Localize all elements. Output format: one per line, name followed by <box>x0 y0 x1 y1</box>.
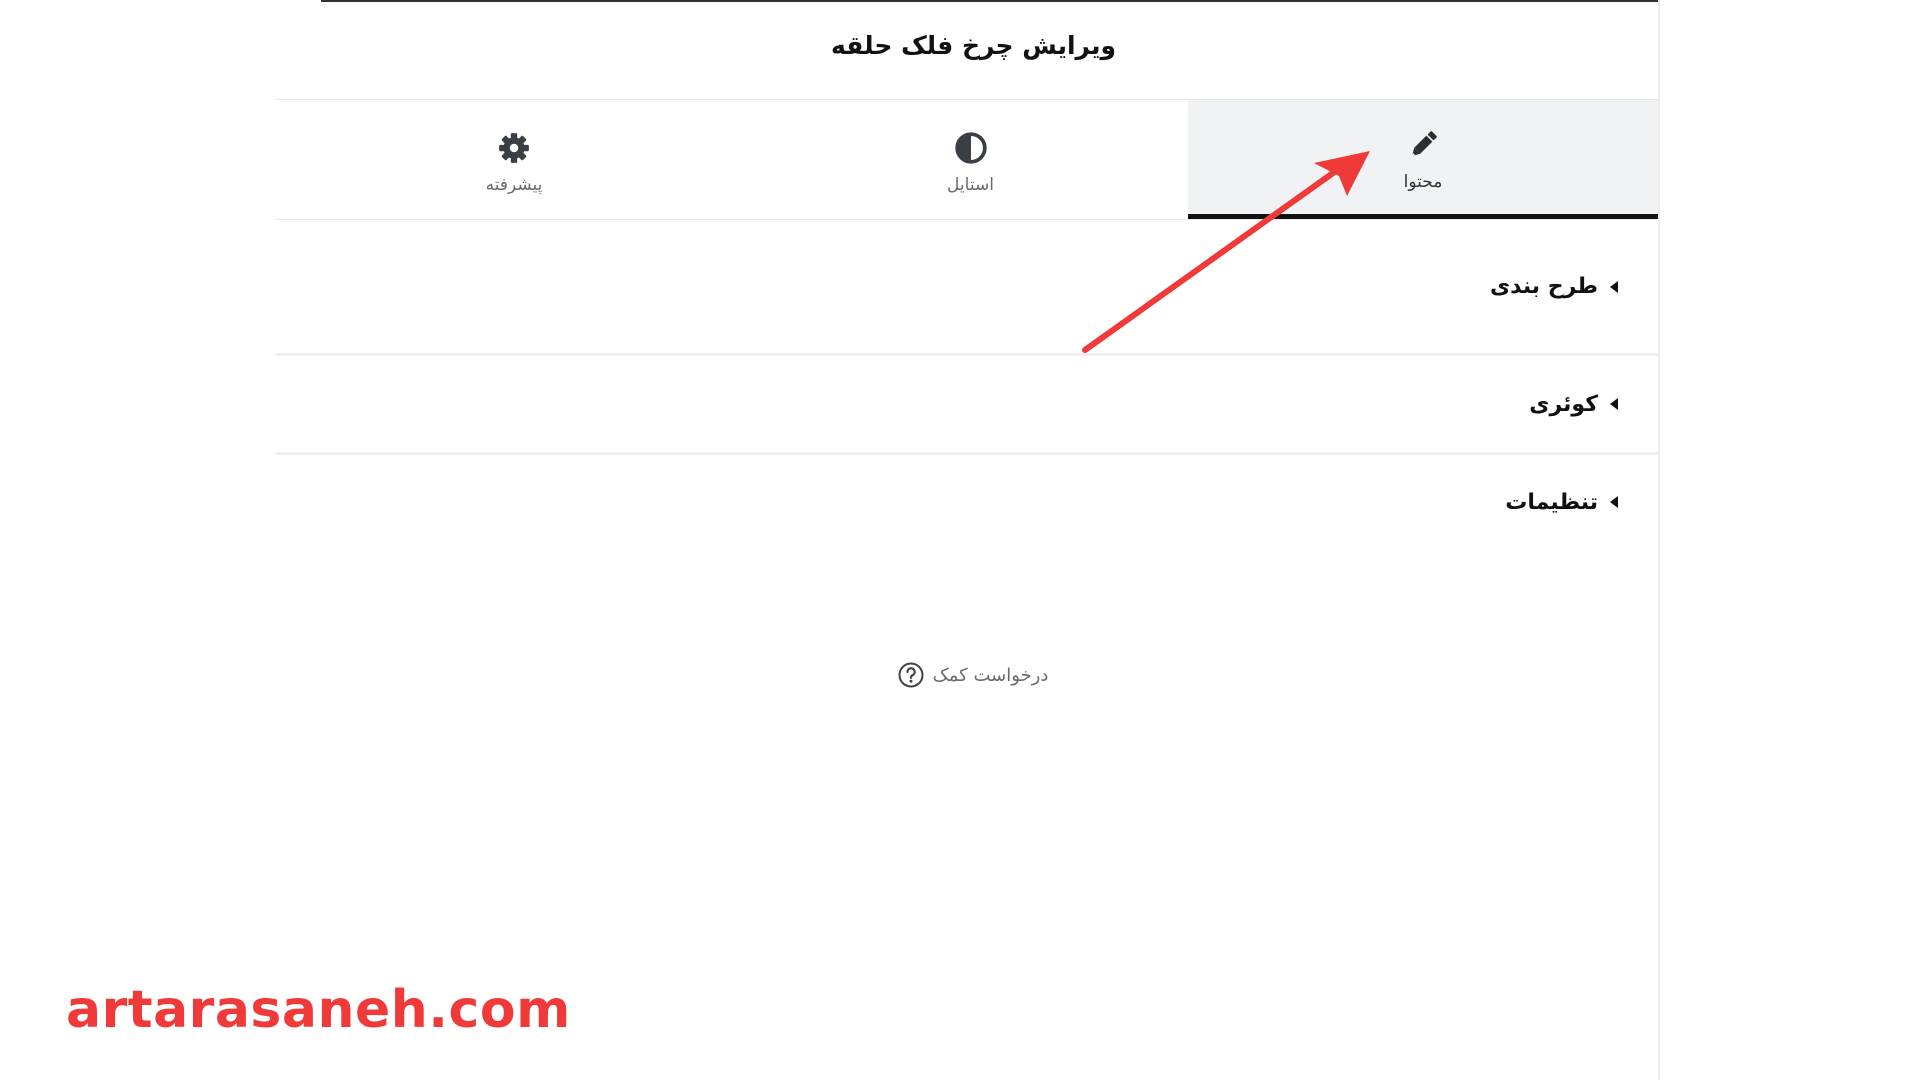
panel-right-edge <box>1658 0 1660 1080</box>
tab-advanced[interactable]: پیشرفته <box>275 100 753 219</box>
accordion-layout-label: طرح بندی <box>1489 274 1598 299</box>
panel-header: ویرایش چرخ فلک حلقه <box>275 0 1658 100</box>
tab-content[interactable]: محتوا <box>1188 100 1658 219</box>
help-link-inner: درخواست کمک <box>897 661 1049 689</box>
gear-icon <box>499 132 529 163</box>
help-label: درخواست کمک <box>932 664 1049 686</box>
caret-left-icon <box>1610 398 1618 410</box>
tab-style[interactable]: استایل <box>753 100 1188 219</box>
accordion-layout[interactable]: طرح بندی <box>275 220 1658 356</box>
screenshot-stage: ویرایش چرخ فلک حلقه پیشرفته استایل محتوا… <box>0 0 1920 1080</box>
caret-left-icon <box>1610 280 1618 293</box>
accordion-query-label: کوئری <box>1529 391 1598 417</box>
pencil-icon <box>1411 131 1437 157</box>
tab-content-label: محتوا <box>1403 172 1443 192</box>
question-circle-icon <box>898 662 924 688</box>
accordion-settings-label: تنظیمات <box>1505 489 1598 515</box>
caret-left-icon <box>1610 496 1618 508</box>
accordion-settings[interactable]: تنظیمات <box>275 455 1658 549</box>
watermark-text: artarasaneh.com <box>66 980 571 1040</box>
tab-advanced-label: پیشرفته <box>485 174 543 195</box>
tab-bar: پیشرفته استایل محتوا <box>275 100 1658 220</box>
editor-panel: ویرایش چرخ فلک حلقه پیشرفته استایل محتوا… <box>275 0 1658 1080</box>
page-title: ویرایش چرخ فلک حلقه <box>830 31 1117 60</box>
tab-style-label: استایل <box>947 174 994 195</box>
accordion-query[interactable]: کوئری <box>275 356 1658 455</box>
help-link[interactable]: درخواست کمک <box>275 655 1658 695</box>
contrast-icon <box>954 131 987 164</box>
